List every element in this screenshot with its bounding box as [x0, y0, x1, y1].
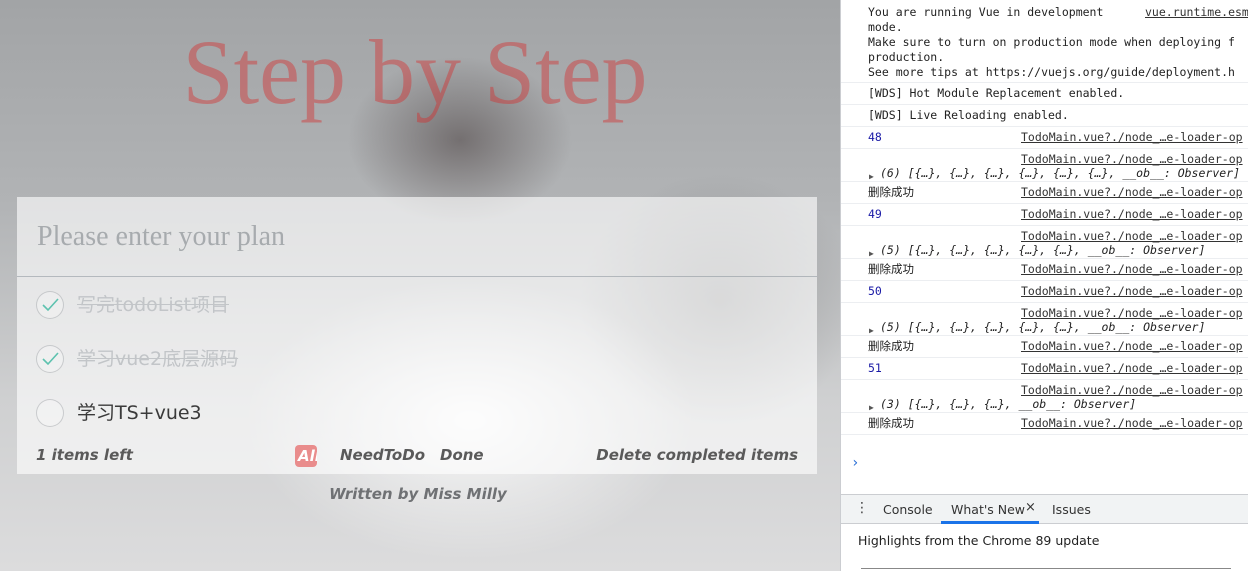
whats-new-heading: Highlights from the Chrome 89 update — [858, 533, 1100, 548]
log-message: [WDS] Hot Module Replacement enabled. — [868, 86, 1125, 100]
log-source-link[interactable]: TodoMain.vue?./node_…e-loader-op — [1021, 207, 1243, 222]
app-title: Step by Step — [182, 21, 648, 123]
log-source-link[interactable]: TodoMain.vue?./node_…e-loader-op — [1021, 229, 1243, 244]
todo-app: Step by Step 写完todoList项目 学习vue2底层源码 学习T… — [0, 0, 840, 571]
log-row: 删除成功 TodoMain.vue?./node_…e-loader-op — [841, 259, 1248, 281]
console-prompt-icon[interactable]: › — [851, 455, 859, 471]
log-source-link[interactable]: TodoMain.vue?./node_…e-loader-op — [1021, 306, 1243, 321]
checkmark-icon — [42, 352, 59, 366]
log-source-link[interactable]: TodoMain.vue?./node_…e-loader-op — [1021, 262, 1243, 277]
log-row: TodoMain.vue?./node_…e-loader-op ▶ (5) [… — [841, 226, 1248, 259]
tab-issues[interactable]: Issues — [1052, 502, 1091, 517]
todo-checkbox[interactable] — [36, 345, 64, 373]
plan-input[interactable] — [17, 197, 817, 277]
log-row: [WDS] Live Reloading enabled. — [841, 105, 1248, 127]
log-source-link[interactable]: TodoMain.vue?./node_…e-loader-op — [1021, 383, 1243, 398]
log-message: Make sure to turn on production mode whe… — [868, 35, 1235, 49]
filter-done-button[interactable]: Done — [440, 446, 484, 464]
todo-item[interactable]: 写完todoList项目 — [17, 279, 817, 333]
close-icon[interactable]: × — [1025, 500, 1036, 515]
todo-item[interactable]: 学习vue2底层源码 — [17, 333, 817, 387]
todo-label: 写完todoList项目 — [77, 294, 229, 316]
log-source-link[interactable]: TodoMain.vue?./node_…e-loader-op — [1021, 339, 1243, 354]
log-row: TodoMain.vue?./node_…e-loader-op ▶ (6) [… — [841, 149, 1248, 182]
more-options-icon[interactable]: ⋮ — [855, 500, 869, 516]
log-source-link[interactable]: TodoMain.vue?./node_…e-loader-op — [1021, 185, 1243, 200]
log-object[interactable]: (5) [{…}, {…}, {…}, {…}, {…}, __ob__: Ob… — [853, 320, 1205, 335]
tab-whats-new[interactable]: What's New — [951, 502, 1025, 517]
log-source-link[interactable]: vue.runtime.esm — [1145, 5, 1248, 20]
log-row: [WDS] Hot Module Replacement enabled. — [841, 83, 1248, 105]
filter-needtodo-button[interactable]: NeedToDo — [340, 446, 425, 464]
items-left-count: 1 items left — [36, 446, 133, 464]
active-tab-indicator — [941, 521, 1039, 524]
filter-all-button[interactable]: All — [295, 445, 317, 467]
log-message: mode. — [868, 20, 903, 34]
log-row: You are running Vue in development mode.… — [841, 0, 1248, 83]
log-row: 删除成功 TodoMain.vue?./node_…e-loader-op — [841, 413, 1248, 435]
todo-label: 学习TS+vue3 — [77, 402, 202, 424]
log-row: 删除成功 TodoMain.vue?./node_…e-loader-op — [841, 182, 1248, 204]
log-object[interactable]: (3) [{…}, {…}, {…}, __ob__: Observer] — [853, 397, 1136, 412]
todo-label: 学习vue2底层源码 — [77, 348, 239, 370]
log-source-link[interactable]: TodoMain.vue?./node_…e-loader-op — [1021, 152, 1243, 167]
log-object[interactable]: (6) [{…}, {…}, {…}, {…}, {…}, {…}, __ob_… — [853, 166, 1240, 181]
tab-console[interactable]: Console — [883, 502, 933, 517]
log-row: 删除成功 TodoMain.vue?./node_…e-loader-op — [841, 336, 1248, 358]
credit-text: Written by Miss Milly — [329, 485, 507, 503]
log-message: See more tips at https://vuejs.org/guide… — [841, 65, 1248, 82]
devtools-panel: You are running Vue in development mode.… — [840, 0, 1248, 571]
todo-checkbox[interactable] — [36, 291, 64, 319]
delete-completed-button[interactable]: Delete completed items — [596, 446, 798, 464]
todo-checkbox[interactable] — [36, 399, 64, 427]
todo-footer: 1 items left All NeedToDo Done Delete co… — [17, 444, 817, 468]
log-object[interactable]: (5) [{…}, {…}, {…}, {…}, {…}, __ob__: Ob… — [853, 243, 1205, 258]
console-log: You are running Vue in development mode.… — [841, 0, 1248, 435]
checkmark-icon — [42, 298, 59, 312]
log-text: See more tips at https://vuejs.org/guide… — [868, 65, 1235, 79]
log-row: 48 TodoMain.vue?./node_…e-loader-op — [841, 127, 1248, 149]
drawer-tabbar: ⋮ Console What's New × Issues — [841, 494, 1248, 524]
divider — [861, 568, 1231, 569]
log-message: [WDS] Live Reloading enabled. — [868, 108, 1069, 122]
log-row: TodoMain.vue?./node_…e-loader-op ▶ (3) [… — [841, 380, 1248, 413]
log-source-link[interactable]: TodoMain.vue?./node_…e-loader-op — [1021, 284, 1243, 299]
log-row: 51 TodoMain.vue?./node_…e-loader-op — [841, 358, 1248, 380]
log-row: TodoMain.vue?./node_…e-loader-op ▶ (5) [… — [841, 303, 1248, 336]
log-message: production. — [868, 50, 945, 64]
log-source-link[interactable]: TodoMain.vue?./node_…e-loader-op — [1021, 130, 1243, 145]
log-row: 49 TodoMain.vue?./node_…e-loader-op — [841, 204, 1248, 226]
log-source-link[interactable]: TodoMain.vue?./node_…e-loader-op — [1021, 416, 1243, 431]
todo-panel: 写完todoList项目 学习vue2底层源码 学习TS+vue3 1 item… — [17, 197, 817, 474]
log-row: 50 TodoMain.vue?./node_…e-loader-op — [841, 281, 1248, 303]
log-source-link[interactable]: TodoMain.vue?./node_…e-loader-op — [1021, 361, 1243, 376]
todo-item[interactable]: 学习TS+vue3 — [17, 387, 817, 441]
